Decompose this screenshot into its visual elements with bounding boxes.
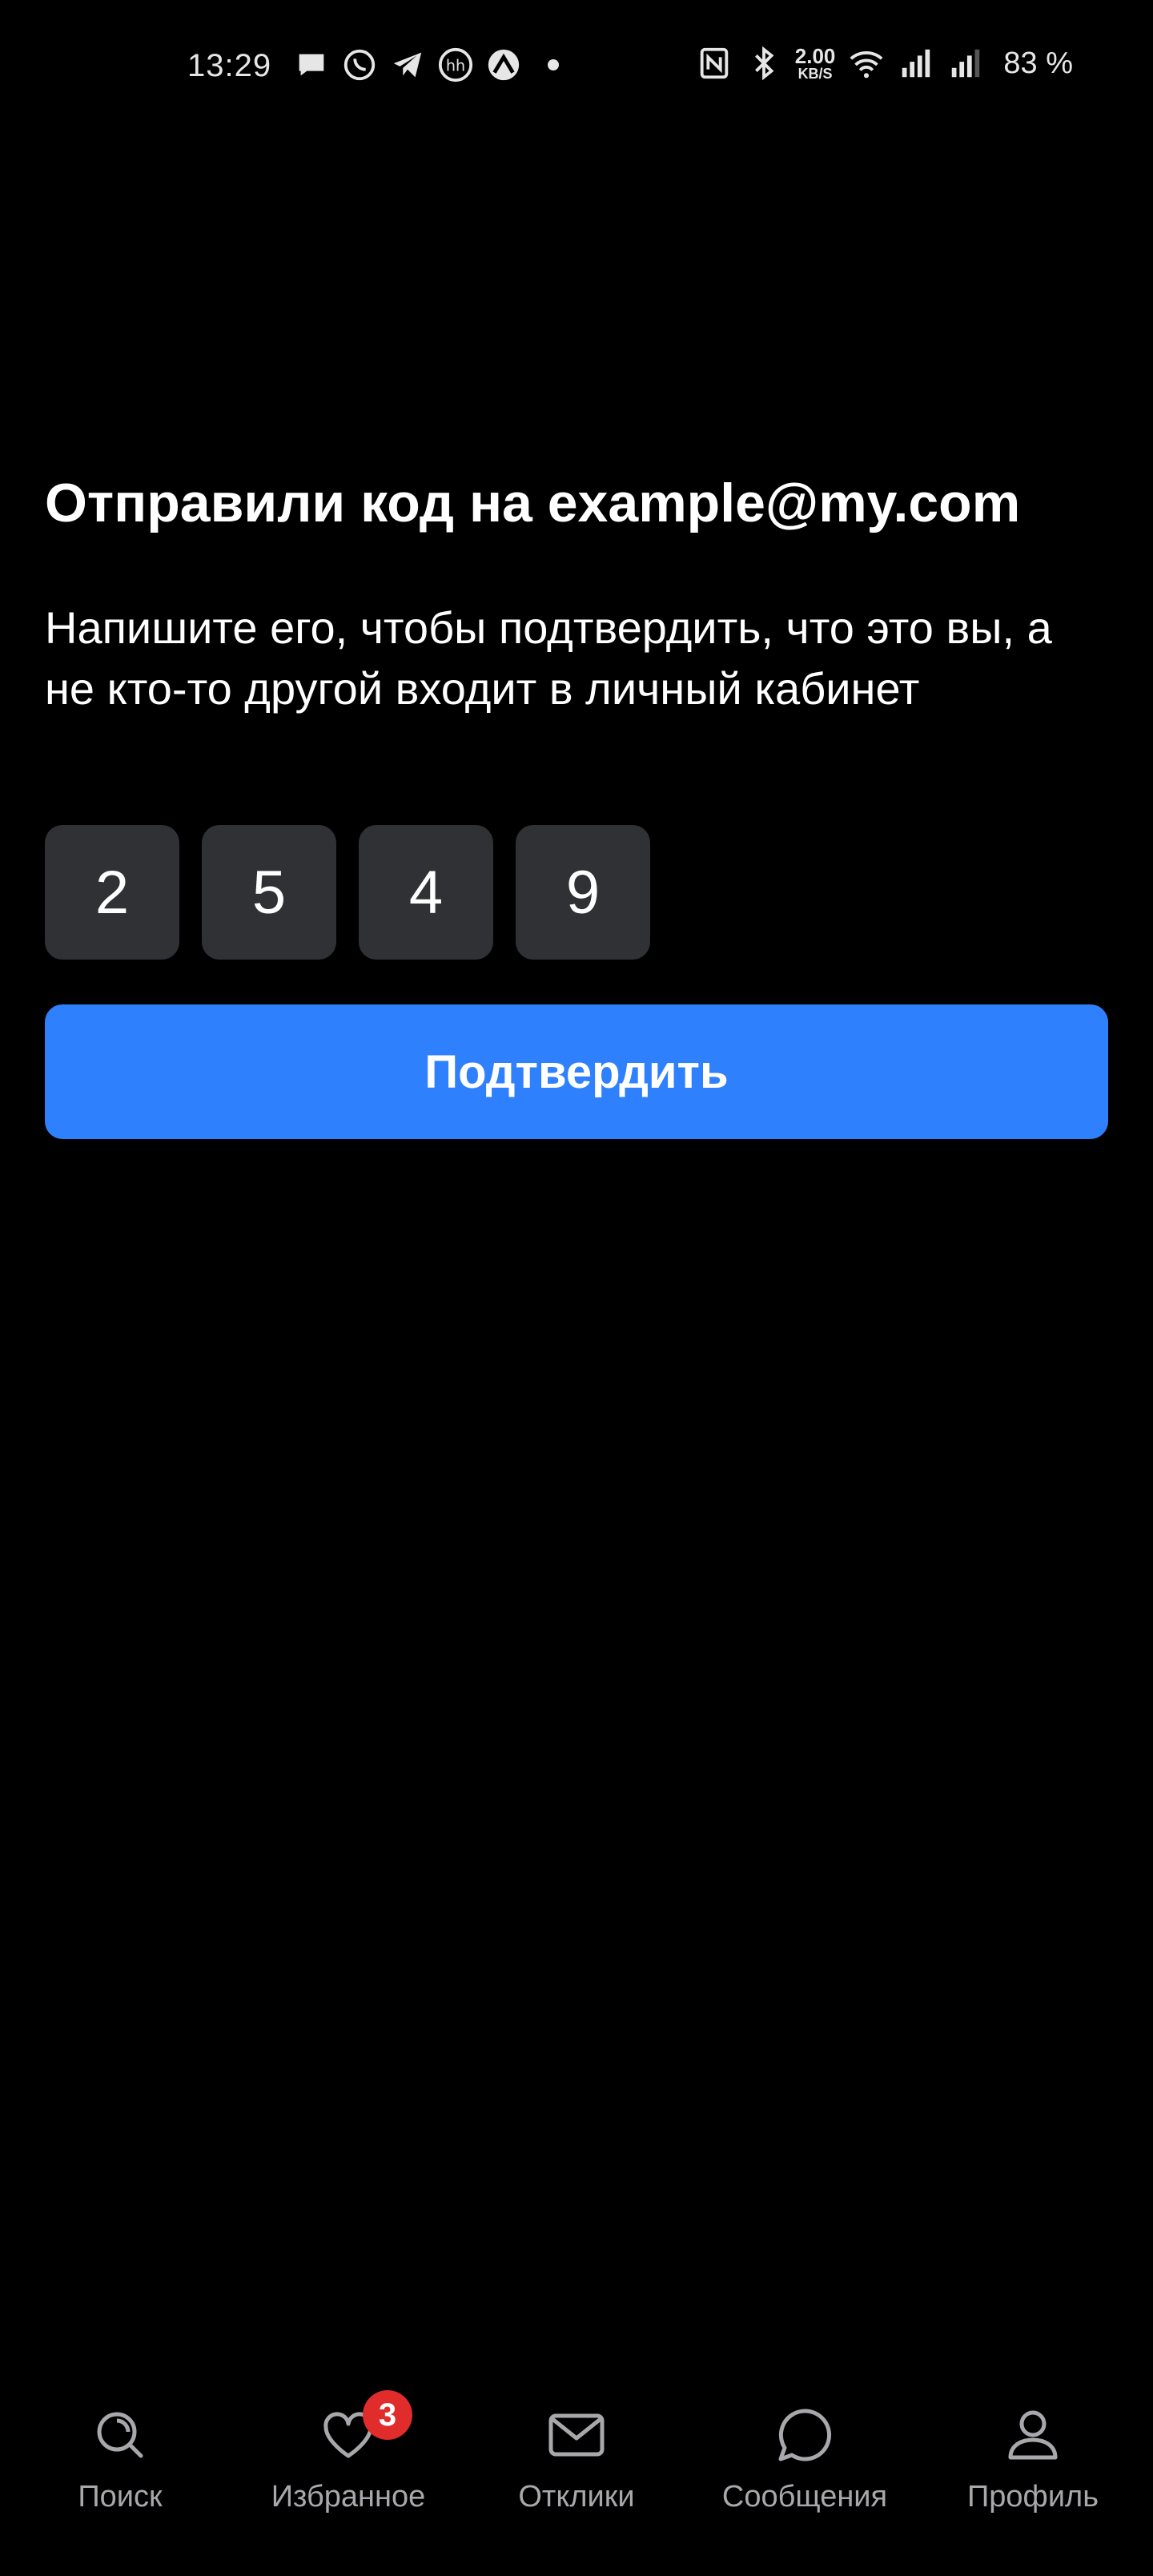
hh-icon: hh [438, 47, 473, 83]
code-digit-1[interactable]: 2 [45, 825, 179, 960]
page-title: Отправили код на example@my.com [45, 473, 1021, 533]
search-icon [97, 2412, 143, 2458]
verification-screen: 13:29 hh 2.00 KB/S 83 % Отправили код на… [0, 0, 1153, 2576]
signal-icon [902, 49, 930, 78]
notification-icons: hh [293, 46, 559, 83]
battery-level: 83 % [1003, 46, 1073, 80]
network-speed-value: 2.00 [794, 44, 836, 68]
code-digit-4[interactable]: 9 [516, 825, 650, 960]
network-speed-unit: KB/S [797, 66, 833, 82]
system-icons: 2.00 KB/S 83 % [696, 45, 1073, 82]
nav-item-responses[interactable]: Отклики [464, 2371, 689, 2576]
nav-label-profile: Профиль [966, 2480, 1099, 2514]
status-time: 13:29 [187, 48, 272, 83]
code-input[interactable]: 2 5 4 9 [45, 825, 650, 960]
envelope-icon [548, 2413, 605, 2457]
telegram-icon [393, 52, 422, 78]
code-digit-3[interactable]: 4 [359, 825, 493, 960]
nav-label-favorites: Избранное [271, 2480, 426, 2514]
confirm-button[interactable]: Подтвердить [45, 1004, 1108, 1139]
nfc-icon [700, 47, 729, 79]
app-icon [488, 49, 520, 81]
nav-item-messages[interactable]: Сообщения [693, 2371, 917, 2576]
wifi-icon [850, 51, 883, 78]
chat-bubble-icon [299, 54, 324, 76]
favorites-badge: 3 [363, 2390, 412, 2440]
code-digit-2[interactable]: 5 [202, 825, 336, 960]
profile-icon [1008, 2410, 1058, 2460]
nav-item-search[interactable]: Поиск [8, 2371, 232, 2576]
whatsapp-icon [343, 49, 376, 81]
nav-item-favorites[interactable]: 3 Избранное [236, 2371, 460, 2576]
nav-item-profile[interactable]: Профиль [921, 2371, 1145, 2576]
svg-text:hh: hh [446, 57, 465, 75]
signal-2-icon [952, 49, 980, 78]
chat-icon [778, 2409, 832, 2461]
network-speed: 2.00 KB/S [795, 46, 836, 81]
status-bar: 13:29 hh 2.00 KB/S 83 % [0, 0, 1153, 136]
nav-label-messages: Сообщения [721, 2480, 888, 2514]
more-notifications-icon [548, 59, 559, 70]
nav-label-responses: Отклики [518, 2480, 635, 2514]
bluetooth-icon [754, 46, 774, 81]
bottom-navigation: Поиск 3 Избранное Отклики Сообщения Проф… [0, 2371, 1153, 2576]
nav-label-search: Поиск [78, 2480, 163, 2514]
instruction-text: Напишите его, чтобы подтвердить, что это… [45, 602, 1052, 714]
